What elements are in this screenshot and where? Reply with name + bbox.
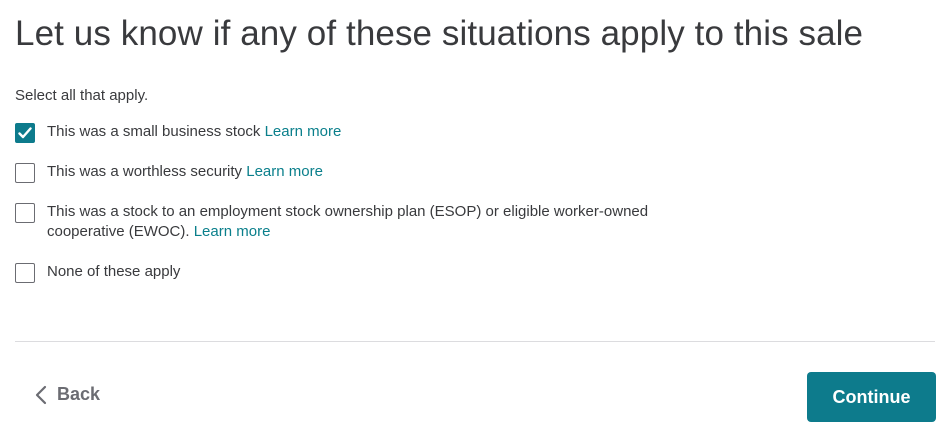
checkbox-esop-ewoc[interactable] xyxy=(15,203,35,223)
learn-more-link[interactable]: Learn more xyxy=(265,123,342,140)
checkmark-icon xyxy=(18,127,32,139)
checkbox-small-business-stock[interactable] xyxy=(15,123,35,143)
back-label: Back xyxy=(57,384,101,404)
option-label: None of these apply xyxy=(47,262,180,282)
learn-more-link[interactable]: Learn more xyxy=(246,163,323,180)
back-button[interactable]: Back xyxy=(35,384,100,405)
option-none-apply[interactable]: None of these apply xyxy=(15,262,180,283)
checkbox-none-apply[interactable] xyxy=(15,263,35,283)
instructions-text: Select all that apply. xyxy=(15,87,149,104)
option-text: This was a stock to an employment stock … xyxy=(47,203,649,240)
chevron-left-icon xyxy=(35,385,47,404)
option-label: This was a small business stock Learn mo… xyxy=(47,122,341,142)
option-esop-ewoc[interactable]: This was a stock to an employment stock … xyxy=(15,202,727,242)
option-text: This was a worthless security xyxy=(47,163,243,180)
page: Let us know if any of these situations a… xyxy=(0,0,950,437)
learn-more-link[interactable]: Learn more xyxy=(194,223,271,240)
continue-button[interactable]: Continue xyxy=(807,372,936,422)
option-label: This was a worthless security Learn more xyxy=(47,162,323,182)
page-title: Let us know if any of these situations a… xyxy=(15,14,864,53)
option-small-business-stock[interactable]: This was a small business stock Learn mo… xyxy=(15,122,341,143)
option-label: This was a stock to an employment stock … xyxy=(47,202,727,242)
footer-divider xyxy=(15,341,935,342)
option-text: None of these apply xyxy=(47,263,181,280)
checkbox-worthless-security[interactable] xyxy=(15,163,35,183)
option-worthless-security[interactable]: This was a worthless security Learn more xyxy=(15,162,323,183)
option-text: This was a small business stock xyxy=(47,123,261,140)
